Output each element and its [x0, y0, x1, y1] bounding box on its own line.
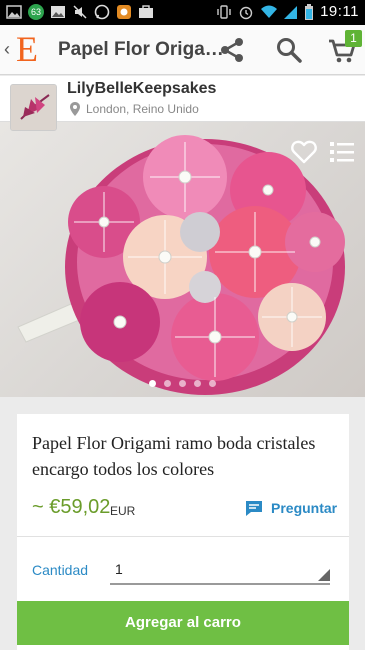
- pagination-dot[interactable]: [149, 380, 156, 387]
- clock: 19:11: [320, 3, 359, 20]
- wifi-icon: [260, 4, 278, 20]
- favorite-heart-icon[interactable]: [291, 140, 317, 164]
- alarm-icon: [238, 4, 254, 20]
- signal-icon: [282, 4, 298, 20]
- shop-name[interactable]: LilyBelleKeepsakes: [67, 80, 216, 98]
- location-pin-icon: [70, 102, 80, 116]
- shop-location: London, Reino Unido: [70, 102, 199, 116]
- message-icon: [246, 501, 262, 516]
- product-title: Papel Flor Origami ramo boda cristales e…: [32, 433, 316, 479]
- cart-count-badge: 1: [345, 30, 362, 47]
- dropdown-arrow-icon: [318, 569, 330, 581]
- share-icon[interactable]: [219, 37, 245, 63]
- currency-code: EUR: [110, 504, 136, 518]
- gallery-icon: [6, 4, 22, 20]
- notification-badge: 63: [28, 4, 44, 20]
- product-card: Papel Flor Origami ramo boda cristales e…: [17, 414, 349, 650]
- mute-icon: [72, 4, 88, 20]
- pagination-dot[interactable]: [164, 380, 171, 387]
- ask-seller-label: Preguntar: [271, 500, 338, 516]
- add-to-cart-button[interactable]: Agregar al carro: [17, 601, 349, 645]
- ask-seller-button[interactable]: Preguntar: [245, 500, 337, 516]
- shop-avatar[interactable]: [10, 84, 57, 131]
- whatsapp-icon: [94, 4, 110, 20]
- app-bar-title: Papel Flor Origa…: [58, 39, 224, 60]
- product-image[interactable]: [0, 122, 365, 397]
- image-pagination-dots: [0, 380, 365, 387]
- shop-row[interactable]: LilyBelleKeepsakes London, Reino Unido: [0, 76, 365, 131]
- quantity-value: 1: [115, 561, 123, 577]
- shop-location-text: London, Reino Unido: [86, 102, 199, 116]
- search-icon[interactable]: [276, 37, 302, 63]
- battery-icon: [304, 3, 314, 20]
- pagination-dot[interactable]: [179, 380, 186, 387]
- status-bar: 63 19:11: [0, 0, 365, 25]
- back-chevron-icon[interactable]: ‹: [4, 39, 10, 60]
- vibrate-icon: [216, 4, 232, 20]
- pagination-dot[interactable]: [194, 380, 201, 387]
- status-bar-right: 19:11: [216, 3, 359, 20]
- quantity-select[interactable]: 1: [110, 555, 330, 585]
- app-bar: ‹ E Papel Flor Origa… 1: [0, 25, 365, 75]
- product-price: ~ €59,02: [32, 496, 111, 518]
- etsy-logo[interactable]: E: [16, 29, 38, 69]
- quantity-label: Cantidad: [32, 562, 89, 578]
- add-to-list-icon[interactable]: [329, 140, 355, 164]
- status-bar-left: 63: [6, 4, 154, 20]
- divider: [17, 536, 349, 537]
- briefcase-icon: [138, 4, 154, 20]
- pagination-dot[interactable]: [209, 380, 216, 387]
- image-icon: [50, 4, 66, 20]
- app-icon: [116, 4, 132, 20]
